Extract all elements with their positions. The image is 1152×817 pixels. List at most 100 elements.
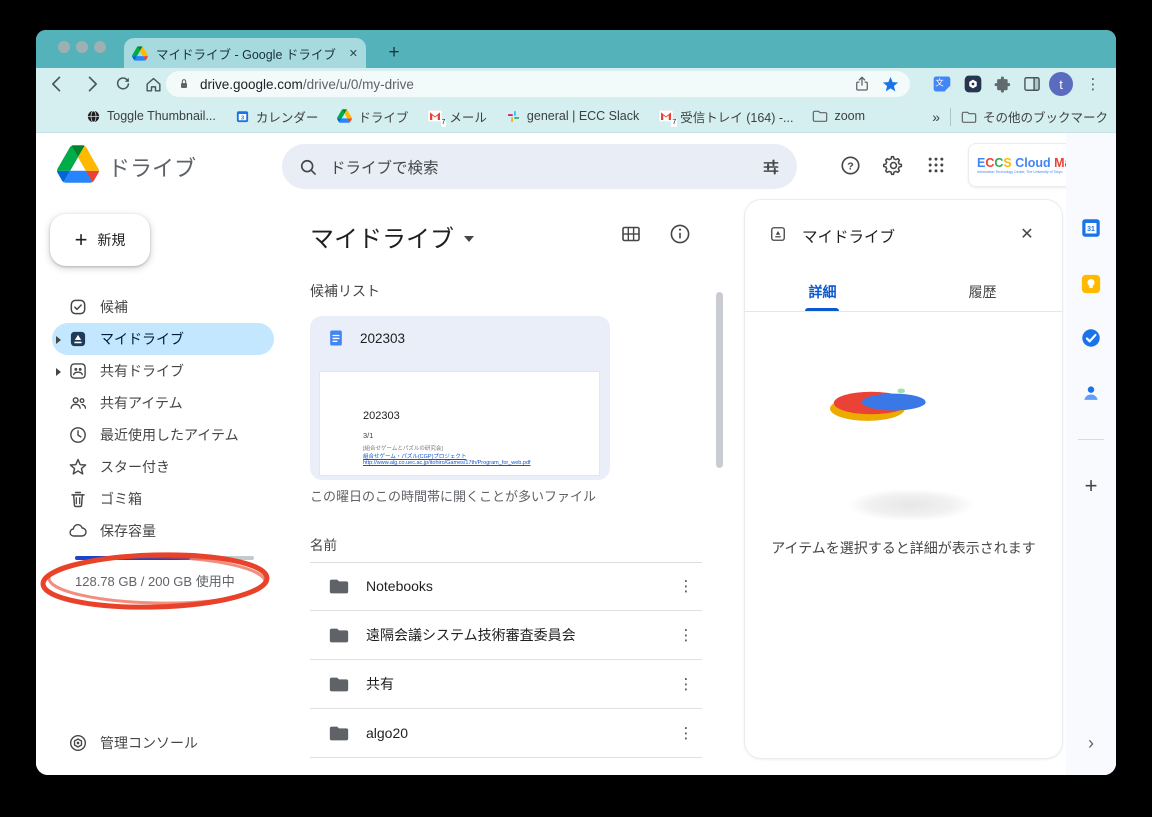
bookmark-item[interactable]: 3 カレンダー: [235, 107, 319, 126]
search-bar[interactable]: ドライブで検索: [282, 144, 797, 189]
file-row[interactable]: algo20 ⋮: [310, 709, 702, 758]
sidebar-item-shared-drives[interactable]: 共有ドライブ: [52, 355, 274, 387]
apps-grid-icon[interactable]: [921, 150, 951, 180]
bookmark-item[interactable]: 7メール: [427, 107, 487, 126]
row-more-menu-icon[interactable]: ⋮: [674, 675, 698, 693]
tab-close-icon[interactable]: ✕: [349, 47, 358, 60]
search-options-tune-icon[interactable]: [761, 157, 781, 177]
sidebar-item-suggestions[interactable]: 候補: [52, 291, 274, 323]
lock-icon: [176, 76, 192, 92]
details-empty-text: アイテムを選択すると詳細が表示されます: [745, 538, 1062, 558]
browser-profile-avatar[interactable]: t: [1049, 72, 1073, 96]
new-tab-button[interactable]: +: [380, 39, 408, 67]
bookmark-item[interactable]: ドライブ: [337, 107, 408, 126]
add-addon-button[interactable]: +: [1077, 472, 1105, 500]
name-column-header[interactable]: 名前: [310, 525, 702, 563]
storage-progress-fill: [75, 556, 190, 560]
row-more-menu-icon[interactable]: ⋮: [674, 577, 698, 595]
people-icon: [68, 393, 88, 413]
chevron-down-icon: [464, 236, 474, 242]
back-icon[interactable]: [44, 71, 70, 97]
bookmarks-overflow-icon[interactable]: »: [932, 109, 940, 125]
forward-icon[interactable]: [79, 71, 105, 97]
zoom-window-button[interactable]: [94, 41, 106, 53]
expand-caret-icon[interactable]: [56, 368, 61, 376]
help-icon[interactable]: [835, 150, 865, 180]
bookmark-star-icon[interactable]: [881, 75, 900, 94]
browser-menu-icon[interactable]: ⋮: [1080, 71, 1106, 97]
clock-icon: [68, 425, 88, 445]
row-more-menu-icon[interactable]: ⋮: [674, 724, 698, 742]
extension-icon[interactable]: [960, 71, 986, 97]
cloud-icon: [68, 521, 88, 541]
file-row[interactable]: 遠隔会議システム技術審査委員会 ⋮: [310, 611, 702, 660]
sidebar-item-storage[interactable]: 保存容量: [52, 515, 274, 547]
bookmark-item[interactable]: 7受信トレイ (164) -...: [658, 107, 793, 126]
grid-view-toggle-icon[interactable]: [619, 222, 643, 246]
eccs-logo: ECCS Cloud Mail Information Technology C…: [977, 156, 1078, 174]
calendar-icon: 3: [235, 109, 250, 124]
row-more-menu-icon[interactable]: ⋮: [674, 626, 698, 644]
trash-icon: [68, 489, 88, 509]
url-path: /drive/u/0/my-drive: [303, 77, 414, 92]
plus-icon: +: [75, 229, 88, 251]
expand-caret-icon[interactable]: [56, 336, 61, 344]
sidebar-item-starred[interactable]: スター付き: [52, 451, 274, 483]
other-bookmarks-button[interactable]: その他のブックマーク: [961, 107, 1108, 126]
collapse-panel-chevron-icon[interactable]: ›: [1077, 729, 1105, 757]
extensions-puzzle-icon[interactable]: [989, 71, 1015, 97]
page-title-button[interactable]: マイドライブ: [310, 219, 474, 254]
folder-icon: [961, 109, 977, 125]
share-icon[interactable]: [853, 75, 871, 93]
storage-usage-text: 128.78 GB / 200 GB 使用中: [75, 571, 235, 590]
folder-icon: [812, 108, 828, 124]
scrollbar-thumb[interactable]: [716, 292, 723, 468]
tasks-icon[interactable]: [1078, 325, 1104, 351]
side-panel-icon[interactable]: [1019, 71, 1045, 97]
bookmark-item[interactable]: general | ECC Slack: [506, 109, 639, 124]
keep-icon[interactable]: [1078, 271, 1104, 297]
home-icon[interactable]: [140, 71, 166, 97]
bookmark-item[interactable]: zoom: [812, 108, 865, 124]
address-bar[interactable]: drive.google.com/drive/u/0/my-drive: [166, 71, 910, 97]
my-drive-outline-icon: [768, 224, 788, 244]
sidebar-item-recent[interactable]: 最近使用したアイテム: [52, 419, 274, 451]
search-input[interactable]: ドライブで検索: [330, 156, 761, 178]
divider: [950, 108, 951, 126]
file-list: Notebooks ⋮ 遠隔会議システム技術審査委員会 ⋮ 共有 ⋮: [310, 562, 702, 758]
sidebar-item-shared-with-me[interactable]: 共有アイテム: [52, 387, 274, 419]
suggested-file-card[interactable]: 202303 202303 3/1 [組合せゲームとパズルの研究会] 組合せゲー…: [310, 316, 610, 480]
browser-tab[interactable]: マイドライブ - Google ドライブ ✕: [124, 38, 366, 68]
sidebar: + 新規 候補 マイドライブ 共: [36, 195, 288, 775]
drive-favicon-icon: [132, 46, 148, 61]
details-info-icon[interactable]: [668, 222, 692, 246]
cloud-icon: [50, 108, 67, 125]
bookmark-item[interactable]: Toggle Thumbnail...: [86, 109, 216, 124]
settings-gear-icon[interactable]: [878, 150, 908, 180]
admin-console-icon: [68, 733, 88, 753]
bookmark-item[interactable]: [50, 108, 67, 125]
illustration-shadow: [836, 486, 986, 524]
minimize-window-button[interactable]: [76, 41, 88, 53]
tab-history[interactable]: 履歴: [945, 275, 1020, 311]
sidebar-item-trash[interactable]: ゴミ箱: [52, 483, 274, 515]
svg-text:31: 31: [1087, 226, 1095, 233]
reload-icon[interactable]: [110, 71, 136, 97]
file-row[interactable]: Notebooks ⋮: [310, 562, 702, 611]
close-window-button[interactable]: [58, 41, 70, 53]
sidebar-item-my-drive[interactable]: マイドライブ: [52, 323, 274, 355]
screenshot-stage: マイドライブ - Google ドライブ ✕ + drive.google.co…: [0, 0, 1152, 817]
file-preview: 202303 3/1 [組合せゲームとパズルの研究会] 組合せゲーム・パズル(C…: [319, 371, 600, 476]
bookmarks-bar: Toggle Thumbnail... 3 カレンダー ドライブ 7メール ge…: [36, 100, 1116, 133]
close-icon[interactable]: ✕: [1013, 220, 1041, 248]
new-button[interactable]: + 新規: [50, 214, 150, 266]
contacts-icon[interactable]: [1078, 380, 1104, 406]
preview-link: 組合せゲーム・パズル(CGP)プロジェクト: [363, 452, 466, 460]
workspace-side-panel: 31 + ›: [1066, 133, 1116, 775]
calendar-icon[interactable]: 31: [1078, 215, 1104, 241]
svg-text:3: 3: [241, 115, 244, 121]
translate-icon[interactable]: 文: [929, 71, 955, 97]
admin-console-link[interactable]: 管理コンソール: [52, 727, 274, 759]
tab-details[interactable]: 詳細: [785, 275, 860, 311]
file-row[interactable]: 共有 ⋮: [310, 660, 702, 709]
